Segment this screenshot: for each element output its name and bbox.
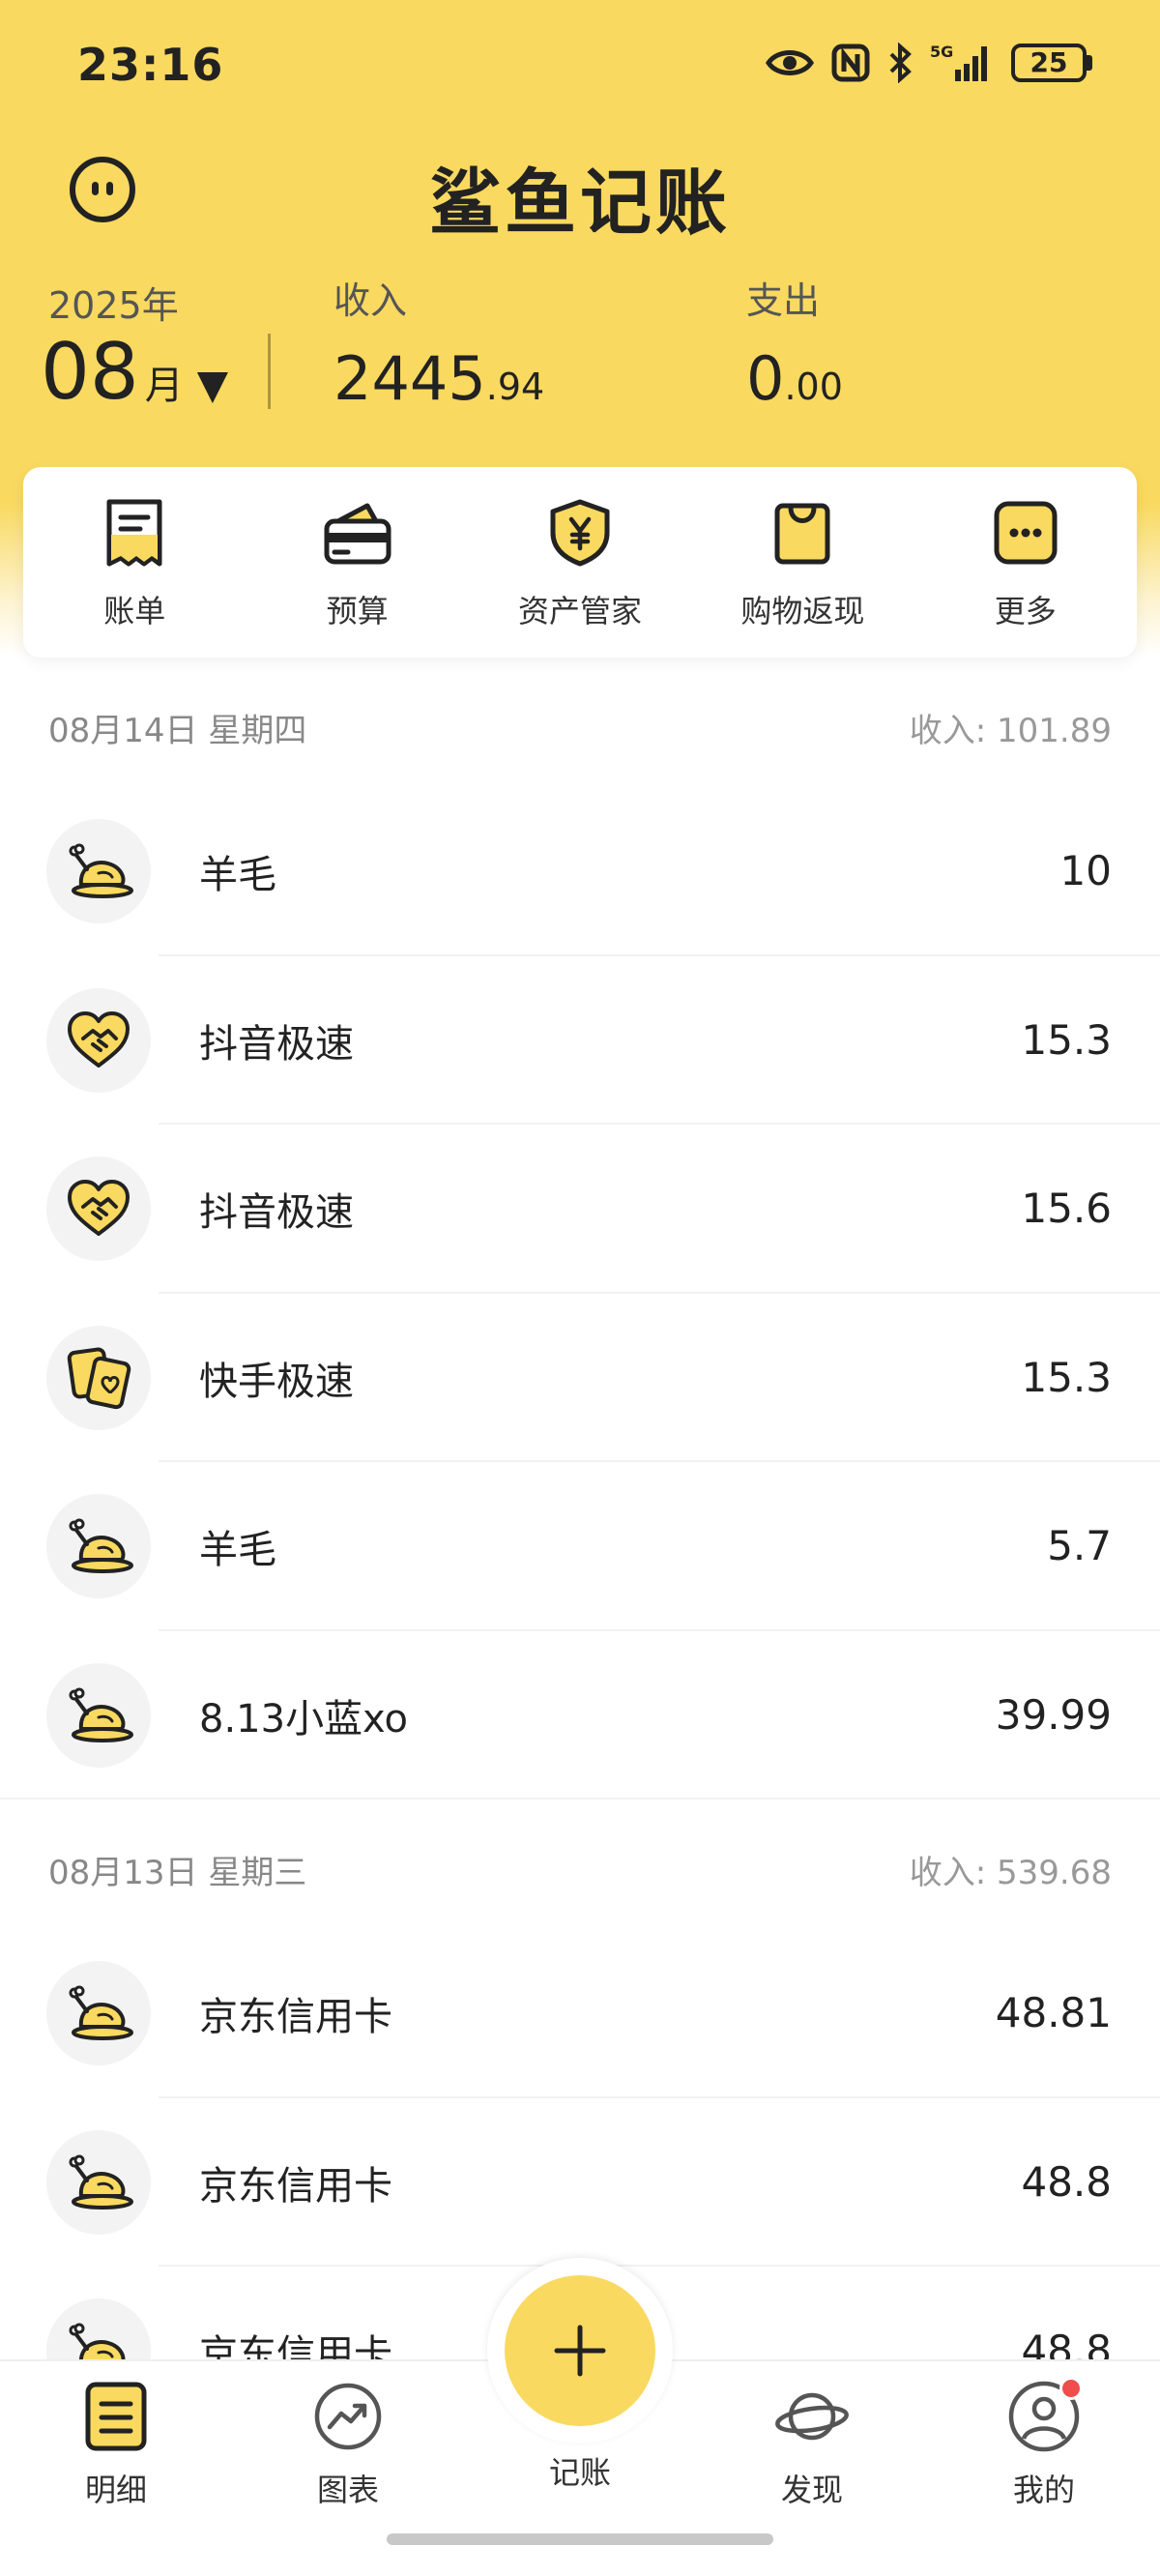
eye-icon bbox=[766, 50, 814, 75]
transaction-row[interactable]: 抖音极速 15.6 bbox=[0, 1125, 1160, 1294]
roast-chicken-icon bbox=[69, 1985, 133, 2040]
quick-action-more[interactable]: 更多 bbox=[914, 467, 1137, 658]
bluetooth-icon bbox=[889, 43, 912, 83]
planet-icon bbox=[775, 2392, 849, 2441]
transaction-row[interactable]: 8.13小蓝xo 39.99 bbox=[0, 1631, 1160, 1800]
transaction-name: 羊毛 bbox=[199, 1528, 276, 1572]
transaction-list: 08月14日 星期四 收入: 101.89 羊毛 10 抖音极速 15.3 抖音… bbox=[0, 658, 1160, 2436]
status-bar: 23:16 5G 25 bbox=[0, 0, 1160, 145]
income-value: 2445.94 bbox=[334, 343, 545, 414]
notification-badge bbox=[1059, 2377, 1083, 2400]
month-unit: 月 bbox=[144, 364, 184, 408]
transaction-name: 京东信用卡 bbox=[199, 1995, 392, 2039]
roast-chicken-icon bbox=[69, 2154, 133, 2210]
transaction-name: 抖音极速 bbox=[199, 1190, 354, 1235]
app-title: 鲨鱼记账 bbox=[429, 161, 731, 245]
transaction-name: 京东信用卡 bbox=[199, 2163, 392, 2209]
transaction-name: 快手极速 bbox=[199, 1359, 354, 1404]
transaction-name: 羊毛 bbox=[199, 853, 276, 897]
heart-handshake-icon bbox=[68, 1180, 130, 1236]
day-total: 收入: 101.89 bbox=[909, 712, 1112, 750]
roast-chicken-icon bbox=[69, 1687, 133, 1742]
transaction-row[interactable]: 京东信用卡 48.81 bbox=[0, 1929, 1160, 2098]
summary-divider bbox=[268, 334, 271, 409]
transaction-row[interactable]: 京东信用卡 48.8 bbox=[0, 2098, 1160, 2267]
transaction-name: 抖音极速 bbox=[199, 1021, 354, 1067]
nav-label: 明细 bbox=[84, 2472, 147, 2508]
month-value: 08 bbox=[41, 327, 139, 417]
dropdown-arrow-icon: ▼ bbox=[196, 361, 229, 408]
day-date: 08月14日 星期四 bbox=[48, 712, 307, 750]
month-selector[interactable]: 08 月 ▼ bbox=[41, 327, 228, 417]
transaction-amount: 48.81 bbox=[995, 1989, 1112, 2036]
transaction-row[interactable]: 抖音极速 15.3 bbox=[0, 956, 1160, 1125]
list-icon bbox=[85, 2382, 147, 2451]
signal-icon: 5G bbox=[930, 43, 987, 81]
nav-label: 发现 bbox=[780, 2472, 843, 2508]
nav-tab-discover[interactable]: 发现 bbox=[715, 2361, 909, 2510]
transaction-amount: 10 bbox=[1059, 847, 1112, 894]
nav-tab-details[interactable]: 明细 bbox=[19, 2361, 213, 2510]
chart-icon bbox=[314, 2383, 382, 2450]
transaction-amount: 15.3 bbox=[1021, 1015, 1112, 1064]
cards-icon bbox=[67, 1346, 131, 1409]
transaction-row[interactable]: 羊毛 5.7 bbox=[0, 1462, 1160, 1631]
nav-tab-charts[interactable]: 图表 bbox=[251, 2361, 445, 2510]
quick-action-shopping-cashback[interactable]: 购物返现 bbox=[691, 467, 914, 658]
battery-indicator: 25 bbox=[1011, 44, 1092, 82]
income-label: 收入 bbox=[334, 279, 408, 322]
heart-handshake-icon bbox=[68, 1010, 130, 1068]
status-time: 23:16 bbox=[77, 39, 224, 91]
wallet-icon bbox=[324, 503, 392, 565]
quick-action-bill[interactable]: 账单 bbox=[23, 467, 246, 658]
transaction-amount: 48.8 bbox=[1021, 2157, 1112, 2206]
day-total: 收入: 539.68 bbox=[909, 1854, 1112, 1892]
more-icon bbox=[994, 501, 1058, 565]
svg-text:5G: 5G bbox=[930, 43, 953, 61]
home-indicator[interactable] bbox=[387, 2533, 773, 2545]
add-record-button[interactable] bbox=[505, 2275, 655, 2426]
transaction-name: 8.13小蓝xo bbox=[199, 1696, 408, 1742]
transaction-amount: 15.6 bbox=[1021, 1185, 1112, 1232]
bill-icon bbox=[106, 499, 162, 567]
day-header: 08月14日 星期四 收入: 101.89 bbox=[0, 658, 1160, 787]
shield-yen-icon bbox=[550, 499, 610, 567]
nav-label: 我的 bbox=[1012, 2472, 1075, 2508]
quick-action-budget[interactable]: 预算 bbox=[246, 467, 468, 658]
battery-level: 25 bbox=[1011, 44, 1087, 82]
expense-value: 0.00 bbox=[746, 343, 843, 414]
quick-actions-card: 账单 预算 资产管家 购物返现 更多 bbox=[23, 467, 1137, 658]
transaction-row[interactable]: 羊毛 10 bbox=[0, 787, 1160, 956]
shopping-bag-icon bbox=[774, 503, 830, 565]
plus-icon bbox=[554, 2325, 606, 2377]
transaction-amount: 5.7 bbox=[1047, 1522, 1112, 1569]
nav-label: 图表 bbox=[316, 2472, 379, 2508]
transaction-amount: 15.3 bbox=[1021, 1353, 1112, 1401]
status-icons: 5G 25 bbox=[766, 43, 1092, 83]
roast-chicken-icon bbox=[69, 843, 133, 898]
year-label[interactable]: 2025年 bbox=[48, 276, 179, 329]
day-header: 08月13日 星期三 收入: 539.68 bbox=[0, 1800, 1160, 1929]
nav-tab-profile[interactable]: 我的 bbox=[947, 2361, 1141, 2510]
transaction-row[interactable]: 快手极速 15.3 bbox=[0, 1294, 1160, 1462]
transaction-amount: 39.99 bbox=[995, 1690, 1112, 1739]
nav-label: 记账 bbox=[548, 2454, 611, 2491]
roast-chicken-icon bbox=[69, 1518, 133, 1573]
expense-label: 支出 bbox=[746, 279, 821, 322]
nfc-icon bbox=[831, 44, 870, 82]
quick-action-asset-manager[interactable]: 资产管家 bbox=[469, 467, 691, 658]
day-date: 08月13日 星期三 bbox=[48, 1854, 307, 1892]
